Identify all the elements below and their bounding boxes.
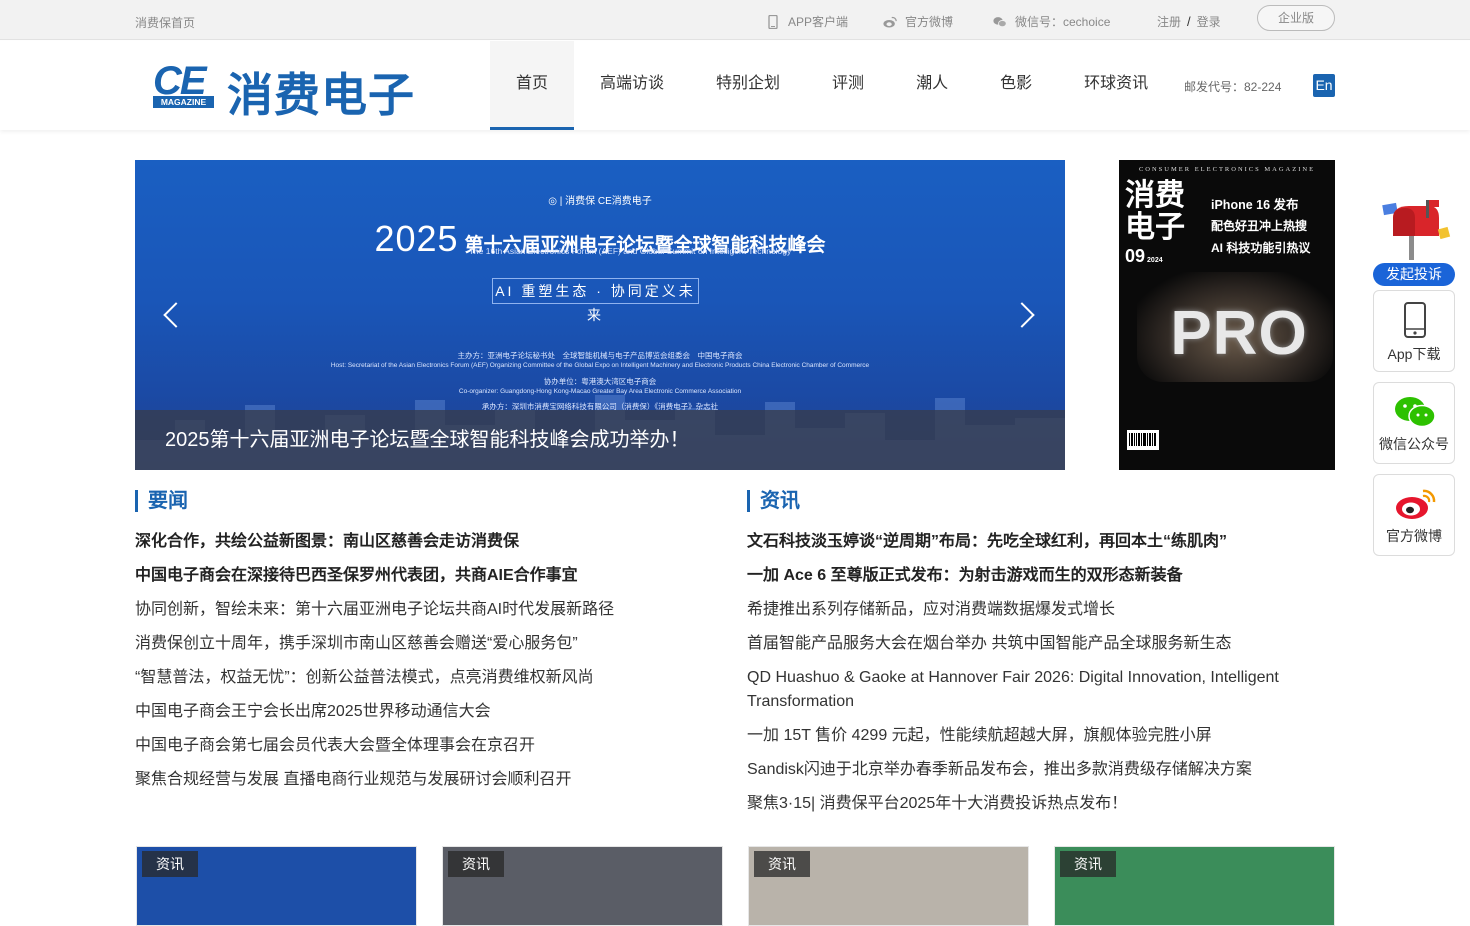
slider-caption[interactable]: 2025第十六届亚洲电子论坛暨全球智能科技峰会成功举办！ xyxy=(135,410,1065,470)
mailbox-icon xyxy=(1382,200,1451,260)
app-download-widget[interactable]: App下载 xyxy=(1373,290,1455,372)
auth-links: 注册 / 登录 xyxy=(1157,13,1221,30)
news-card[interactable]: 资讯 xyxy=(1054,846,1335,926)
news-item[interactable]: 首届智能产品服务大会在烟台举办 共筑中国智能产品全球服务新生态 xyxy=(747,632,1337,656)
news-item[interactable]: Sandisk闪迪于北京举办春季新品发布会，推出多款消费级存储解决方案 xyxy=(747,758,1337,782)
news-item[interactable]: 聚焦3·15| 消费保平台2025年十大消费投诉热点发布！ xyxy=(747,792,1337,816)
logo-magazine-text: MAGAZINE xyxy=(153,96,214,108)
wechat-label: 微信号：cechoice xyxy=(1015,15,1111,29)
register-link[interactable]: 注册 xyxy=(1157,13,1181,30)
cover-headline-3: AI 科技功能引热议 xyxy=(1211,241,1311,255)
headline-item[interactable]: “智慧普法，权益无忧”：创新公益普法模式，点亮消费维权新风尚 xyxy=(135,666,725,690)
headline-item[interactable]: 深化合作，共绘公益新图景：南山区慈善会走访消费保 xyxy=(135,530,725,554)
news-card[interactable]: 资讯 xyxy=(136,846,417,926)
top-bar: 消费保首页 APP客户端 官方微博 微信号：cechoice 注册 / 登录 企… xyxy=(0,0,1470,40)
card-tag: 资讯 xyxy=(142,851,198,877)
slider-prev-arrow-icon[interactable] xyxy=(159,298,183,332)
slider-subtitle: The 16th Asian Electronics Forum (AEF) a… xyxy=(468,246,792,256)
wechat-icon xyxy=(1395,397,1436,428)
nav-item[interactable]: 潮人 xyxy=(890,41,974,130)
cover-headline-2: 配色好丑冲上热搜 xyxy=(1211,219,1308,233)
headline-item[interactable]: 协同创新，智绘未来：第十六届亚洲电子论坛共商AI时代发展新路径 xyxy=(135,598,725,622)
app-download-label: App下载 xyxy=(1387,346,1441,362)
news-item[interactable]: 希捷推出系列存储新品，应对消费端数据爆发式增长 xyxy=(747,598,1337,622)
section-title-headlines: 要闻 xyxy=(135,490,188,512)
weibo-widget-label: 官方微博 xyxy=(1386,528,1442,544)
card-tag: 资讯 xyxy=(448,851,504,877)
cover-issue: 09 2024 xyxy=(1125,246,1163,267)
nav-item[interactable]: 评测 xyxy=(806,41,890,130)
wechat-link[interactable]: 微信号：cechoice xyxy=(993,13,1110,30)
wechat-account-widget[interactable]: 微信公众号 xyxy=(1373,382,1455,464)
app-client-label: APP客户端 xyxy=(788,15,849,29)
news-list: 文石科技淡玉婷谈“逆周期”布局：先吃全球红利，再回本土“练肌肉” 一加 Ace 6… xyxy=(747,530,1337,826)
headline-list: 深化合作，共绘公益新图景：南山区慈善会走访消费保 中国电子商会在深接待巴西圣保罗州… xyxy=(135,530,725,802)
headline-item[interactable]: 聚焦合规经营与发展 直播电商行业规范与发展研讨会顺利召开 xyxy=(135,768,725,792)
magazine-cover[interactable]: CONSUMER ELECTRONICS MAGAZINE 消费电子 09 202… xyxy=(1119,160,1335,470)
main-header: CE MAGAZINE 消费电子 首页 高端访谈 特别企划 评测 潮人 色影 环球资讯 邮发… xyxy=(0,41,1470,130)
headline-item[interactable]: 中国电子商会王宁会长出席2025世界移动通信大会 xyxy=(135,700,725,724)
complain-widget[interactable]: 发起投诉 xyxy=(1373,196,1455,288)
weibo-icon xyxy=(883,16,897,28)
card-tag: 资讯 xyxy=(754,851,810,877)
news-card[interactable]: 资讯 xyxy=(442,846,723,926)
main-nav: 首页 高端访谈 特别企划 评测 潮人 色影 环球资讯 xyxy=(490,41,1174,130)
phone-icon xyxy=(1404,302,1426,338)
news-item[interactable]: QD Huashuo & Gaoke at Hannover Fair 2026… xyxy=(747,666,1337,714)
cover-pro-text: PRO xyxy=(1170,299,1308,368)
cover-issue-number: 09 xyxy=(1125,246,1146,266)
postal-code: 邮发代号：82-224 xyxy=(1184,80,1282,94)
news-item[interactable]: 一加 Ace 6 至尊版正式发布：为射击游戏而生的双形态新装备 xyxy=(747,564,1337,588)
headline-item[interactable]: 消费保创立十周年，携手深圳市南山区慈善会赠送“爱心服务包” xyxy=(135,632,725,656)
app-client-link[interactable]: APP客户端 xyxy=(766,13,848,30)
nav-item[interactable]: 特别企划 xyxy=(690,41,806,130)
phone-icon xyxy=(768,14,778,29)
nav-item[interactable]: 首页 xyxy=(490,41,575,130)
hero-slider[interactable]: ◎ | 消费保 CE消费电子 2025 第十六届亚洲电子论坛暨全球智能科技峰会 T… xyxy=(135,160,1065,470)
ce-logo-mark: CE MAGAZINE xyxy=(153,59,215,109)
cover-issue-year: 2024 xyxy=(1147,257,1163,264)
slider-slogan: AI 重塑生态 · 协同定义未来 xyxy=(492,278,699,323)
wechat-icon xyxy=(993,16,1007,27)
weibo-icon xyxy=(1396,489,1436,519)
cover-top-text: CONSUMER ELECTRONICS MAGAZINE xyxy=(1138,166,1316,173)
login-link[interactable]: 登录 xyxy=(1197,13,1221,30)
card-row: 资讯 资讯 资讯 资讯 xyxy=(135,846,1335,926)
site-logo[interactable]: CE MAGAZINE 消费电子 xyxy=(153,59,433,122)
cover-barcode xyxy=(1127,430,1159,450)
news-item[interactable]: 文石科技淡玉婷谈“逆周期”布局：先吃全球红利，再回本土“练肌肉” xyxy=(747,530,1337,554)
nav-item[interactable]: 色影 xyxy=(974,41,1058,130)
wechat-account-label: 微信公众号 xyxy=(1379,436,1449,452)
logo-name: 消费电子 xyxy=(227,68,415,122)
slider-coorganizer-en: Co-organizer: Guangdong-Hong Kong-Macao … xyxy=(458,388,742,395)
slider-host-en: Host: Secretariat of the Asian Electroni… xyxy=(330,362,870,369)
weibo-link[interactable]: 官方微博 xyxy=(883,13,953,30)
complain-button[interactable]: 发起投诉 xyxy=(1373,263,1455,286)
enterprise-button[interactable]: 企业版 xyxy=(1257,5,1335,31)
headline-item[interactable]: 中国电子商会在深接待巴西圣保罗州代表团，共商AIE合作事宜 xyxy=(135,564,725,588)
nav-item[interactable]: 环球资讯 xyxy=(1058,41,1174,130)
home-link[interactable]: 消费保首页 xyxy=(135,14,195,31)
section-title-news: 资讯 xyxy=(747,490,800,512)
news-card[interactable]: 资讯 xyxy=(748,846,1029,926)
weibo-label: 官方微博 xyxy=(905,15,954,29)
slider-host: 主办方：亚洲电子论坛秘书处 全球智能机械与电子产品博览会组委会 中国电子商会 xyxy=(457,351,743,360)
nav-item[interactable]: 高端访谈 xyxy=(574,41,690,130)
weibo-widget[interactable]: 官方微博 xyxy=(1373,474,1455,556)
auth-separator: / xyxy=(1187,14,1191,29)
slider-logos: ◎ | 消费保 CE消费电子 xyxy=(548,196,652,207)
slider-next-arrow-icon[interactable] xyxy=(1015,298,1039,332)
headline-item[interactable]: 中国电子商会第七届会员代表大会暨全体理事会在京召开 xyxy=(135,734,725,758)
news-item[interactable]: 一加 15T 售价 4299 元起，性能续航超越大屏，旗舰体验完胜小屏 xyxy=(747,724,1337,748)
english-button[interactable]: En xyxy=(1313,74,1335,97)
card-tag: 资讯 xyxy=(1060,851,1116,877)
slider-coorganizer: 协办单位：粤港澳大湾区电子商会 xyxy=(543,377,657,386)
cover-headline-1: iPhone 16 发布 xyxy=(1211,198,1299,212)
